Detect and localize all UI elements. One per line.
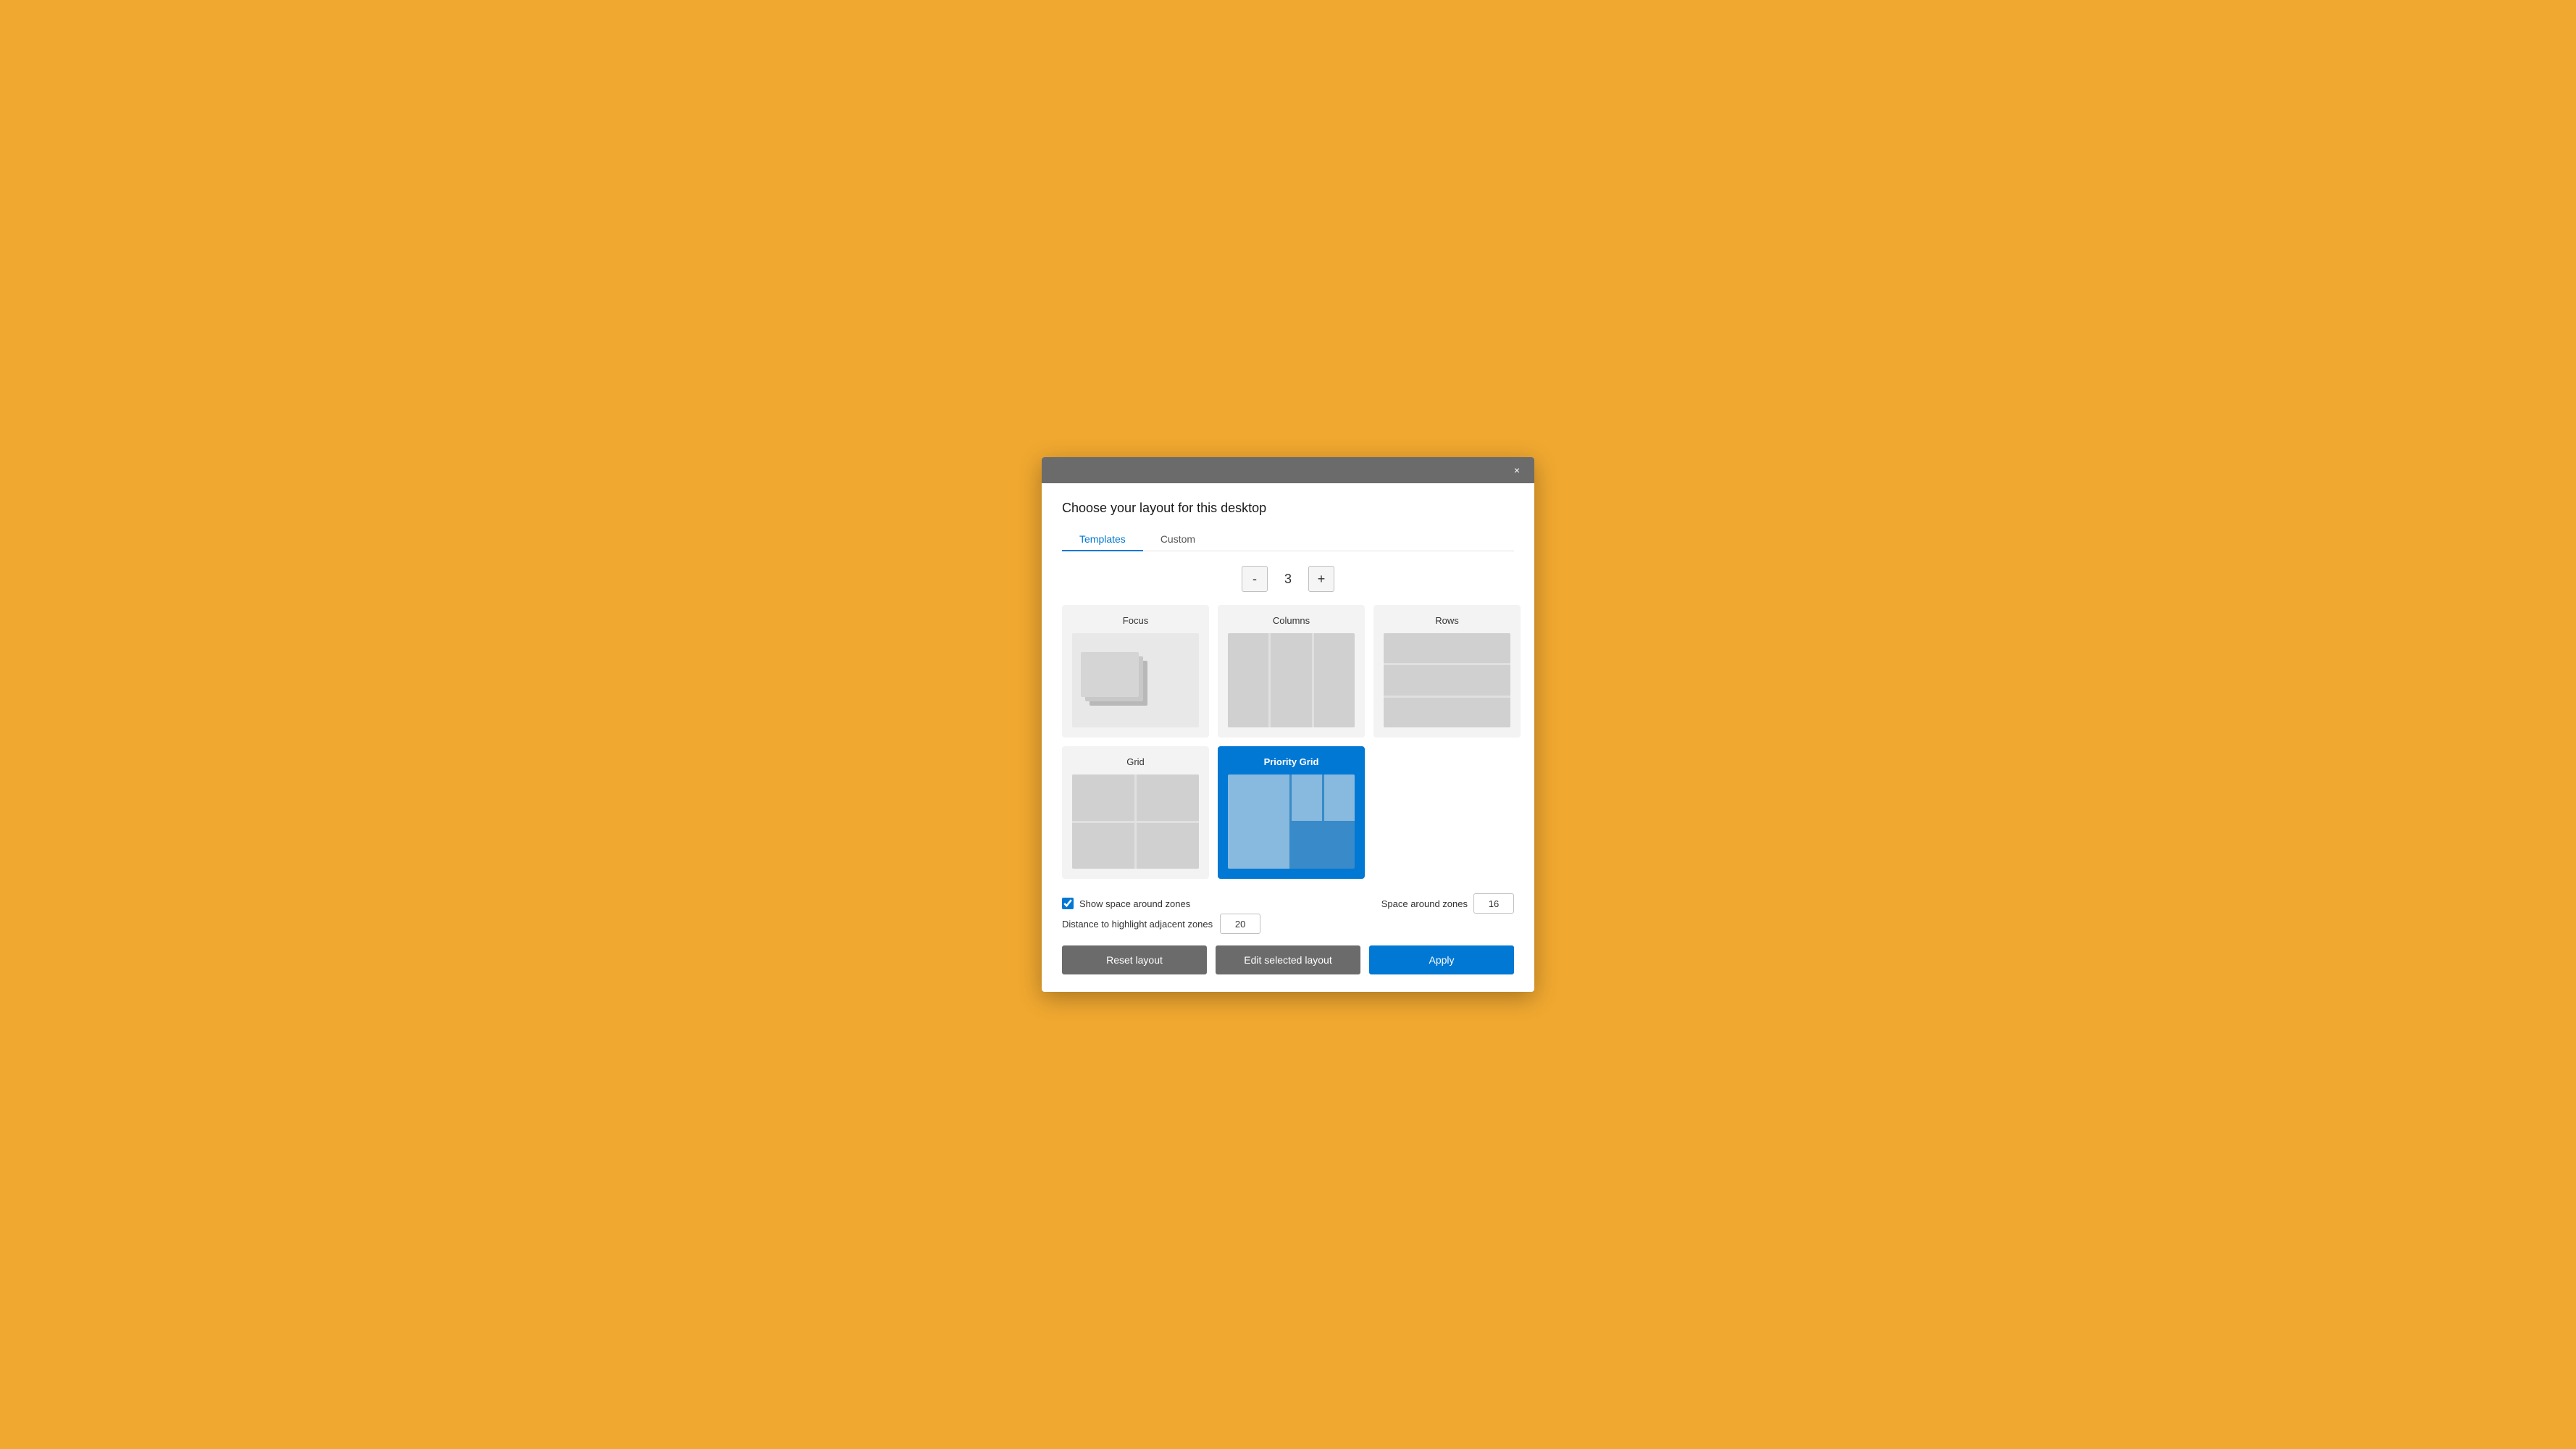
- dialog-content: Choose your layout for this desktop Temp…: [1042, 483, 1534, 992]
- layout-focus-preview: [1072, 633, 1199, 727]
- pg-zone-main: [1228, 774, 1289, 869]
- layout-dialog: × Choose your layout for this desktop Te…: [1042, 457, 1534, 992]
- grid-preview-inner: [1072, 774, 1199, 869]
- edit-layout-button[interactable]: Edit selected layout: [1216, 945, 1360, 974]
- tabs-container: Templates Custom: [1062, 527, 1514, 551]
- dialog-title: Choose your layout for this desktop: [1062, 501, 1514, 516]
- zone-count-value: 3: [1279, 572, 1297, 587]
- pg-zone-top-right: [1292, 774, 1322, 821]
- layout-priority-grid-label: Priority Grid: [1264, 756, 1319, 767]
- zone-counter: - 3 +: [1062, 566, 1514, 592]
- options-section: Show space around zones Space around zon…: [1062, 893, 1514, 934]
- title-bar: ×: [1042, 457, 1534, 483]
- pg-zone-bottom-right: [1324, 774, 1355, 821]
- focus-rect-front: [1081, 652, 1139, 697]
- actions-bar: Reset layout Edit selected layout Apply: [1062, 945, 1514, 974]
- grid-zone-2: [1137, 774, 1199, 821]
- layout-focus-label: Focus: [1123, 615, 1148, 626]
- layout-grid-preview: [1072, 774, 1199, 869]
- tab-templates[interactable]: Templates: [1062, 527, 1143, 551]
- layout-card-focus[interactable]: Focus: [1062, 605, 1209, 738]
- distance-label: Distance to highlight adjacent zones: [1062, 919, 1213, 930]
- distance-input[interactable]: [1220, 914, 1260, 934]
- tab-custom[interactable]: Custom: [1143, 527, 1213, 551]
- col-zone-1: [1228, 633, 1268, 727]
- priority-grid-preview-inner: [1228, 774, 1355, 869]
- grid-zone-4: [1137, 823, 1199, 869]
- layout-columns-label: Columns: [1273, 615, 1310, 626]
- options-row-bottom: Distance to highlight adjacent zones: [1062, 914, 1514, 934]
- layout-card-grid[interactable]: Grid: [1062, 746, 1209, 879]
- space-around-option: Space around zones: [1381, 893, 1514, 914]
- zone-increase-button[interactable]: +: [1308, 566, 1334, 592]
- row-zone-2: [1384, 665, 1510, 695]
- col-zone-3: [1314, 633, 1355, 727]
- row-zone-3: [1384, 698, 1510, 727]
- show-space-checkbox[interactable]: [1062, 898, 1074, 909]
- layout-priority-grid-preview: [1228, 774, 1355, 869]
- show-space-label: Show space around zones: [1079, 898, 1190, 909]
- rows-preview-inner: [1384, 633, 1510, 727]
- reset-layout-button[interactable]: Reset layout: [1062, 945, 1207, 974]
- layout-rows-label: Rows: [1435, 615, 1459, 626]
- layout-card-columns[interactable]: Columns: [1218, 605, 1365, 738]
- grid-zone-1: [1072, 774, 1134, 821]
- show-space-option: Show space around zones: [1062, 898, 1190, 909]
- space-around-label: Space around zones: [1381, 898, 1468, 909]
- layout-columns-preview: [1228, 633, 1355, 727]
- apply-button[interactable]: Apply: [1369, 945, 1514, 974]
- focus-stack: [1084, 655, 1149, 706]
- zone-decrease-button[interactable]: -: [1242, 566, 1268, 592]
- row-zone-1: [1384, 633, 1510, 663]
- layout-card-rows[interactable]: Rows: [1373, 605, 1521, 738]
- layout-grid: Focus Columns: [1062, 605, 1514, 879]
- columns-preview-inner: [1228, 633, 1355, 727]
- close-button[interactable]: ×: [1508, 462, 1526, 479]
- col-zone-2: [1271, 633, 1311, 727]
- grid-zone-3: [1072, 823, 1134, 869]
- layout-card-priority-grid[interactable]: Priority Grid: [1218, 746, 1365, 879]
- layout-rows-preview: [1384, 633, 1510, 727]
- options-row-top: Show space around zones Space around zon…: [1062, 893, 1514, 914]
- layout-grid-label: Grid: [1126, 756, 1145, 767]
- space-around-input[interactable]: [1473, 893, 1514, 914]
